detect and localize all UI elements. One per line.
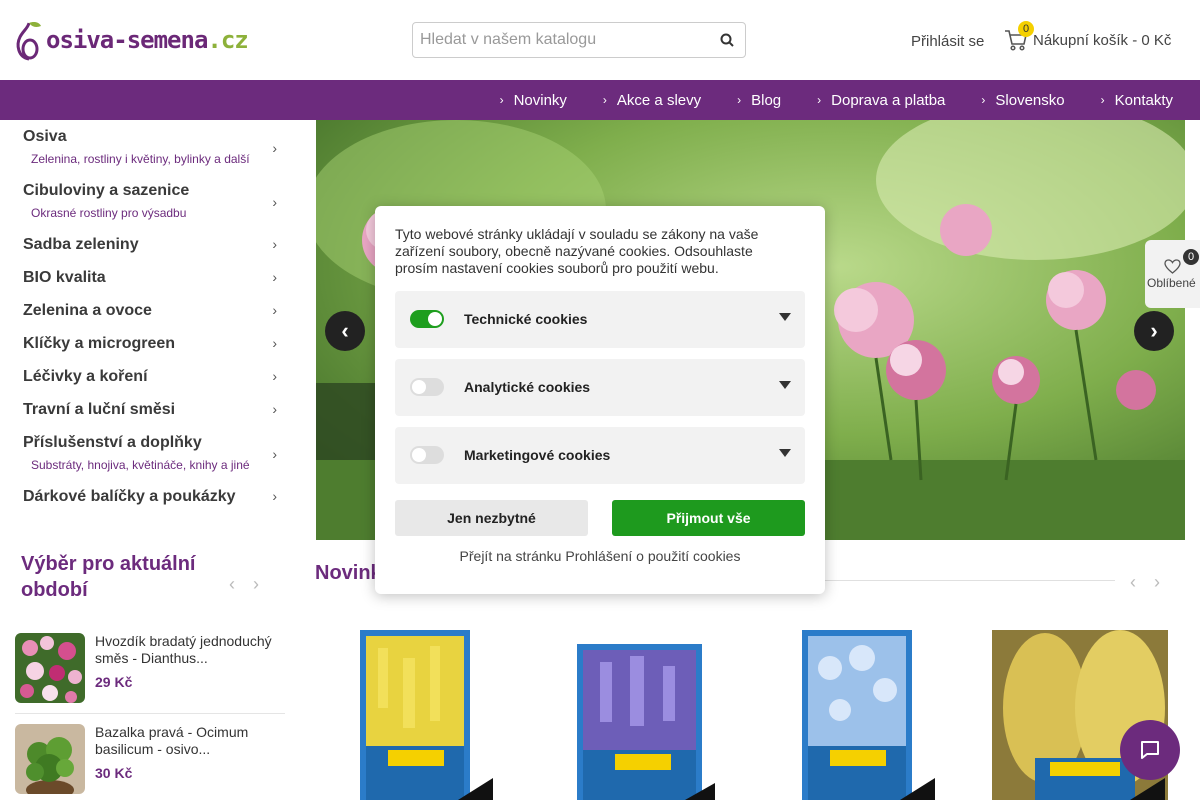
favorites-widget[interactable]: 0 Oblíbené bbox=[1145, 240, 1200, 308]
caret-down-icon[interactable] bbox=[779, 381, 791, 389]
product-card-yellow-lupine[interactable] bbox=[358, 628, 493, 800]
search-button[interactable] bbox=[709, 23, 745, 57]
chevron-left-icon[interactable]: ‹ bbox=[229, 574, 235, 594]
product-price: 30 Kč bbox=[95, 765, 133, 781]
season-product-1[interactable]: Hvozdík bradatý jednoduchý směs - Dianth… bbox=[15, 633, 285, 703]
category-sadba[interactable]: Sadba zeleniny › bbox=[15, 228, 285, 261]
product-price: 29 Kč bbox=[95, 674, 133, 690]
site-logo[interactable]: osiva-semena.cz bbox=[14, 18, 249, 62]
category-klicky[interactable]: Klíčky a microgreen › bbox=[15, 327, 285, 360]
nav-item-novinky[interactable]: › Novinky bbox=[500, 92, 567, 109]
product-name[interactable]: Bazalka pravá - Ocimum basilicum - osivo… bbox=[95, 724, 285, 758]
chevron-right-icon: › bbox=[272, 445, 277, 462]
chevron-right-icon: › bbox=[817, 93, 822, 107]
chevron-right-icon: › bbox=[272, 193, 277, 210]
heart-icon bbox=[1164, 259, 1181, 274]
chevron-right-icon: › bbox=[272, 269, 277, 285]
chevron-right-icon: › bbox=[737, 93, 742, 107]
category-prislusenstvi[interactable]: Příslušenství a doplňky Substráty, hnoji… bbox=[15, 426, 285, 480]
category-sidebar: Osiva Zelenina, rostliny i květiny, byli… bbox=[15, 120, 285, 513]
cookie-message: Tyto webové stránky ukládají v souladu s… bbox=[395, 226, 759, 276]
chevron-right-icon: › bbox=[272, 401, 277, 417]
category-osiva[interactable]: Osiva Zelenina, rostliny i květiny, byli… bbox=[15, 120, 285, 174]
analytics-cookies-toggle[interactable] bbox=[410, 378, 444, 396]
product-image bbox=[577, 644, 715, 800]
chevron-right-icon[interactable]: › bbox=[253, 574, 259, 594]
category-zelenina-ovoce[interactable]: Zelenina a ovoce › bbox=[15, 294, 285, 327]
technical-cookies-toggle[interactable] bbox=[410, 310, 444, 328]
product-card-blue-lupine[interactable] bbox=[575, 628, 715, 800]
chat-button[interactable] bbox=[1120, 720, 1180, 780]
divider bbox=[15, 713, 285, 714]
site-header: osiva-semena.cz Přihlásit se 0 Nákupní k… bbox=[0, 0, 1200, 80]
chevron-right-icon: › bbox=[602, 93, 607, 107]
chevron-right-icon: › bbox=[981, 93, 986, 107]
search-icon bbox=[720, 33, 734, 47]
cookie-policy-link[interactable]: Přejít na stránku Prohlášení o použití c… bbox=[375, 548, 825, 564]
cookie-option-technical[interactable]: Technické cookies bbox=[395, 291, 805, 348]
cart-link[interactable]: 0 Nákupní košík - 0 Kč bbox=[1004, 21, 1172, 52]
chevron-right-icon: › bbox=[1150, 318, 1158, 343]
product-image bbox=[802, 630, 935, 800]
accept-all-button[interactable]: Přijmout vše bbox=[612, 500, 805, 536]
product-card-flax[interactable] bbox=[800, 628, 935, 800]
necessary-only-button[interactable]: Jen nezbytné bbox=[395, 500, 588, 536]
season-carousel-controls: ‹ › bbox=[229, 574, 277, 595]
season-product-2[interactable]: Bazalka pravá - Ocimum basilicum - osivo… bbox=[15, 724, 285, 794]
chevron-right-icon: › bbox=[272, 139, 277, 156]
category-lecivky[interactable]: Léčivky a koření › bbox=[15, 360, 285, 393]
cart-label: Nákupní košík - 0 Kč bbox=[1033, 31, 1172, 49]
caret-down-icon[interactable] bbox=[779, 449, 791, 457]
chevron-left-icon: ‹ bbox=[341, 318, 349, 343]
cookie-consent-dialog: Tyto webové stránky ukládají v souladu s… bbox=[375, 206, 825, 594]
nav-item-blog[interactable]: › Blog bbox=[737, 92, 781, 109]
logo-text: osiva-semena.cz bbox=[46, 26, 249, 54]
news-carousel-controls: ‹ › bbox=[1130, 572, 1178, 593]
nav-item-akce[interactable]: › Akce a slevy bbox=[603, 92, 701, 109]
category-cibuloviny[interactable]: Cibuloviny a sazenice Okrasné rostliny p… bbox=[15, 174, 285, 228]
chevron-left-icon[interactable]: ‹ bbox=[1130, 572, 1136, 592]
cart-count-badge: 0 bbox=[1018, 21, 1034, 37]
chat-icon bbox=[1141, 741, 1159, 759]
nav-item-slovensko[interactable]: › Slovensko bbox=[981, 92, 1064, 109]
divider bbox=[800, 580, 1115, 581]
category-travni[interactable]: Travní a luční směsi › bbox=[15, 393, 285, 426]
product-thumbnail[interactable] bbox=[15, 633, 85, 703]
chevron-right-icon: › bbox=[272, 236, 277, 252]
chevron-right-icon: › bbox=[272, 335, 277, 351]
hero-next-button[interactable]: › bbox=[1134, 311, 1174, 351]
chevron-right-icon[interactable]: › bbox=[1154, 572, 1160, 592]
chevron-right-icon: › bbox=[272, 302, 277, 318]
category-darkove[interactable]: Dárkové balíčky a poukázky › bbox=[15, 480, 285, 513]
nav-item-doprava[interactable]: › Doprava a platba bbox=[817, 92, 945, 109]
login-link[interactable]: Přihlásit se bbox=[911, 33, 984, 50]
product-thumbnail[interactable] bbox=[15, 724, 85, 794]
search-input[interactable] bbox=[413, 23, 709, 57]
chevron-right-icon: › bbox=[272, 368, 277, 384]
chevron-right-icon: › bbox=[1100, 93, 1105, 107]
chevron-right-icon: › bbox=[499, 93, 504, 107]
marketing-cookies-toggle[interactable] bbox=[410, 446, 444, 464]
category-bio[interactable]: BIO kvalita › bbox=[15, 261, 285, 294]
caret-down-icon[interactable] bbox=[779, 313, 791, 321]
cookie-option-analytics[interactable]: Analytické cookies bbox=[395, 359, 805, 416]
hero-prev-button[interactable]: ‹ bbox=[325, 311, 365, 351]
search-box bbox=[412, 22, 746, 58]
main-nav: › Novinky › Akce a slevy › Blog › Doprava a … bbox=[0, 80, 1200, 120]
chevron-right-icon: › bbox=[272, 488, 277, 504]
favorites-count-badge: 0 bbox=[1183, 249, 1199, 265]
favorites-label: Oblíbené bbox=[1147, 276, 1196, 290]
seed-logo-icon bbox=[16, 22, 41, 61]
product-name[interactable]: Hvozdík bradatý jednoduchý směs - Dianth… bbox=[95, 633, 285, 667]
product-image bbox=[360, 630, 493, 800]
cookie-option-marketing[interactable]: Marketingové cookies bbox=[395, 427, 805, 484]
nav-item-kontakty[interactable]: › Kontakty bbox=[1101, 92, 1173, 109]
season-section-title: Výběr pro aktuální období bbox=[21, 553, 196, 601]
